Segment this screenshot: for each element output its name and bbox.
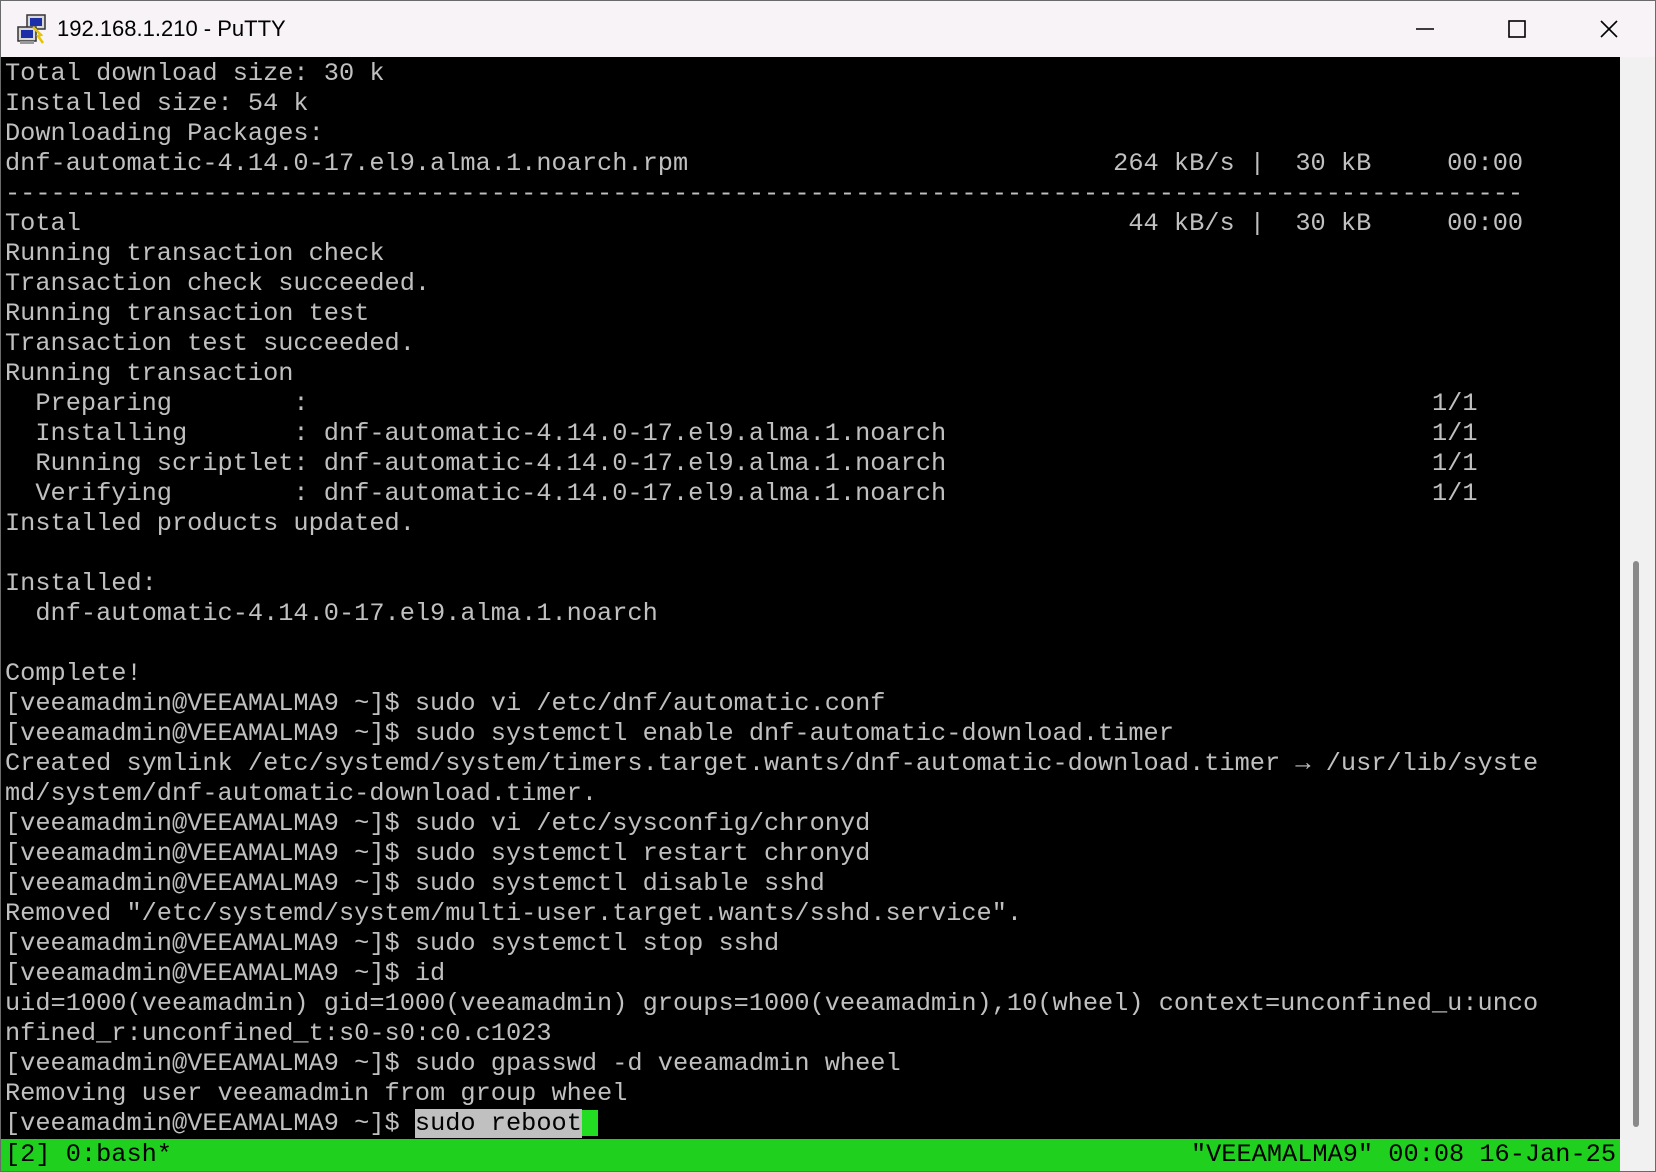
terminal-line: [veeamadmin@VEEAMALMA9 ~]$ id: [5, 959, 446, 988]
title-bar[interactable]: 192.168.1.210 - PuTTY: [1, 1, 1655, 57]
tmux-window-list[interactable]: [2] 0:bash*: [5, 1140, 172, 1170]
maximize-icon: [1508, 20, 1526, 38]
terminal-line: [veeamadmin@VEEAMALMA9 ~]$ sudo systemct…: [5, 869, 825, 898]
terminal-line: [veeamadmin@VEEAMALMA9 ~]$ sudo gpasswd …: [5, 1049, 901, 1078]
maximize-button[interactable]: [1471, 1, 1563, 57]
close-icon: [1600, 20, 1618, 38]
terminal-line: [veeamadmin@VEEAMALMA9 ~]$ sudo systemct…: [5, 929, 780, 958]
terminal-cursor: [581, 1110, 598, 1137]
putty-icon[interactable]: [15, 13, 49, 47]
terminal-line: [veeamadmin@VEEAMALMA9 ~]$ sudo vi /etc/…: [5, 689, 886, 718]
terminal-line: Transaction check succeeded.: [5, 269, 431, 298]
terminal-line: dnf-automatic-4.14.0-17.el9.alma.1.noarc…: [5, 599, 658, 628]
terminal-line: Downloading Packages:: [5, 119, 324, 148]
terminal-line: Verifying : dnf-automatic-4.14.0-17.el9.…: [5, 479, 1478, 508]
tmux-status-bar: [2] 0:bash* "VEEAMALMA9" 00:08 16-Jan-25: [1, 1139, 1620, 1171]
terminal-line: md/system/dnf-automatic-download.timer.: [5, 779, 598, 808]
terminal-line: Running scriptlet: dnf-automatic-4.14.0-…: [5, 449, 1478, 478]
terminal-line: ----------------------------------------…: [5, 179, 1524, 208]
terminal-line: Complete!: [5, 659, 142, 688]
command-prompt-line[interactable]: [veeamadmin@VEEAMALMA9 ~]$ sudo reboot: [5, 1109, 598, 1139]
terminal-line: uid=1000(veeamadmin) gid=1000(veeamadmin…: [5, 989, 1539, 1018]
terminal-line: Installing : dnf-automatic-4.14.0-17.el9…: [5, 419, 1478, 448]
terminal-output: Total download size: 30 k Installed size:…: [5, 59, 1538, 1109]
terminal-line: Running transaction: [5, 359, 294, 388]
minimize-button[interactable]: [1379, 1, 1471, 57]
terminal-line: [veeamadmin@VEEAMALMA9 ~]$ sudo systemct…: [5, 719, 1174, 748]
terminal-line: nfined_r:unconfined_t:s0-s0:c0.c1023: [5, 1019, 552, 1048]
minimize-icon: [1416, 28, 1434, 30]
terminal-line: [veeamadmin@VEEAMALMA9 ~]$ sudo vi /etc/…: [5, 809, 871, 838]
terminal-line: dnf-automatic-4.14.0-17.el9.alma.1.noarc…: [5, 149, 1524, 178]
terminal-line: [veeamadmin@VEEAMALMA9 ~]$ sudo systemct…: [5, 839, 871, 868]
close-button[interactable]: [1563, 1, 1655, 57]
vertical-scrollbar[interactable]: [1620, 57, 1655, 1171]
terminal-line: Running transaction test: [5, 299, 370, 328]
scrollbar-thumb[interactable]: [1633, 561, 1639, 1127]
terminal-line: Installed products updated.: [5, 509, 415, 538]
terminal-area[interactable]: Total download size: 30 k Installed size:…: [1, 57, 1620, 1171]
terminal-line: Total download size: 30 k: [5, 59, 385, 88]
terminal-line: Installed:: [5, 569, 157, 598]
tmux-status-info: "VEEAMALMA9" 00:08 16-Jan-25: [1190, 1140, 1616, 1169]
terminal-line: Installed size: 54 k: [5, 89, 309, 118]
terminal-line: Preparing : 1/1: [5, 389, 1478, 418]
putty-window: 192.168.1.210 - PuTTY Total download siz…: [0, 0, 1656, 1172]
terminal-line: Total 44 kB/s | 30 kB 00:00: [5, 209, 1524, 238]
terminal-line: Running transaction check: [5, 239, 385, 268]
terminal-line: Removed "/etc/systemd/system/multi-user.…: [5, 899, 1023, 928]
terminal-line: Created symlink /etc/systemd/system/time…: [5, 749, 1539, 778]
terminal-line: Removing user veeamadmin from group whee…: [5, 1079, 628, 1108]
selected-command[interactable]: sudo reboot: [414, 1109, 582, 1138]
window-title: 192.168.1.210 - PuTTY: [57, 16, 286, 41]
terminal-line: Transaction test succeeded.: [5, 329, 415, 358]
shell-prompt: [veeamadmin@VEEAMALMA9 ~]$: [5, 1109, 415, 1138]
